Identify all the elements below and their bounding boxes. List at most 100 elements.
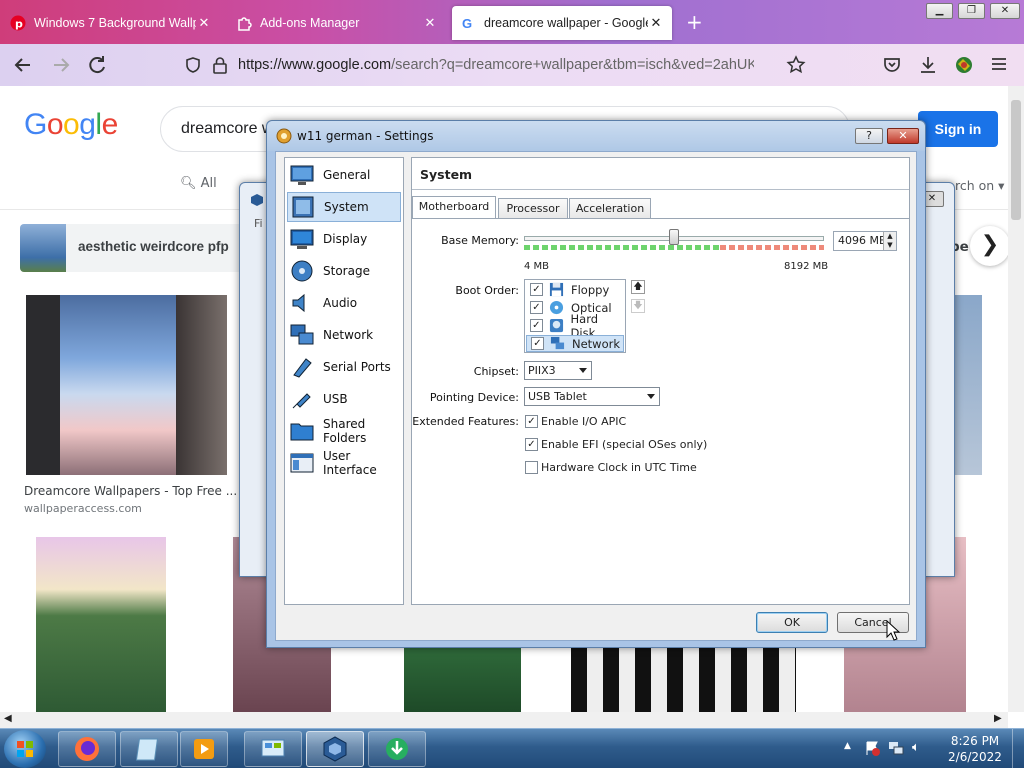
memory-max-label: 8192 MB <box>784 261 829 272</box>
category-usb[interactable]: USB <box>287 384 401 414</box>
download-manager-icon[interactable] <box>368 731 426 767</box>
result-image-garden[interactable] <box>404 646 521 712</box>
tab-motherboard[interactable]: Motherboard <box>412 196 496 218</box>
related-chip[interactable]: aesthetic weirdcore pfp <box>20 224 266 272</box>
bookmark-star-icon[interactable] <box>786 55 806 75</box>
chipset-value: PIIX3 <box>528 364 556 377</box>
category-shared-folders[interactable]: Shared Folders <box>287 416 401 446</box>
result-image-window-clouds[interactable] <box>26 295 227 475</box>
vertical-scrollbar[interactable] <box>1008 86 1024 712</box>
action-center-flag-icon[interactable] <box>864 740 880 756</box>
forward-icon[interactable] <box>50 54 72 76</box>
tab-processor[interactable]: Processor <box>498 198 568 218</box>
menu-icon[interactable] <box>990 56 1008 72</box>
scroll-thumb[interactable] <box>1011 100 1021 220</box>
category-serial-ports[interactable]: Serial Ports <box>287 352 401 382</box>
downloads-icon[interactable] <box>918 55 938 75</box>
spin-arrows-icon[interactable]: ▲ ▼ <box>883 232 896 250</box>
url-text[interactable]: https://www.google.com/search?q=dreamcor… <box>238 57 754 73</box>
scroll-right-icon[interactable]: ▶ <box>994 713 1002 724</box>
clock-date[interactable]: 2/6/2022 <box>946 750 1004 764</box>
result-image-green-hill[interactable] <box>36 537 166 712</box>
network-checkbox[interactable]: ✓ <box>531 337 544 350</box>
sign-in-button[interactable]: Sign in <box>918 111 998 147</box>
tab-acceleration[interactable]: Acceleration <box>569 198 651 218</box>
boot-item-network[interactable]: ✓ Network <box>526 335 624 352</box>
scroll-left-icon[interactable]: ◀ <box>4 713 12 724</box>
settings-dialog: w11 german - Settings ? ✕ General System… <box>266 120 926 648</box>
address-bar[interactable]: https://www.google.com/search?q=dreamcor… <box>176 50 816 80</box>
show-hidden-icons[interactable]: ▲ <box>844 741 851 751</box>
maximize-button[interactable]: ❐ <box>958 3 985 19</box>
close-tab-icon[interactable]: ✕ <box>422 15 438 31</box>
volume-icon[interactable]: 🔈︎ <box>912 740 920 755</box>
close-dialog-button[interactable]: ✕ <box>887 128 919 144</box>
panel-header: System <box>412 158 909 190</box>
io-apic-checkbox[interactable]: ✓ <box>525 415 538 428</box>
media-player-icon[interactable] <box>180 731 228 767</box>
efi-checkbox[interactable]: ✓ <box>525 438 538 451</box>
minimize-button[interactable]: ▁ <box>926 3 953 19</box>
pointing-device-select[interactable]: USB Tablet <box>524 387 660 406</box>
chipset-select[interactable]: PIIX3 <box>524 361 592 380</box>
memory-slider-thumb[interactable] <box>669 229 679 245</box>
close-tab-icon[interactable]: ✕ <box>648 15 664 31</box>
shared-folders-icon <box>290 423 314 441</box>
utc-clock-checkbox[interactable] <box>525 461 538 474</box>
network-tray-icon[interactable] <box>888 740 904 756</box>
category-network[interactable]: Network <box>287 320 401 350</box>
utc-clock-label[interactable]: Hardware Clock in UTC Time <box>541 461 697 474</box>
pocket-icon[interactable] <box>882 55 902 75</box>
tab-addons[interactable]: Add-ons Manager ✕ <box>228 6 446 40</box>
tab-label: dreamcore wallpaper - Google Search <box>484 16 648 30</box>
move-down-icon[interactable]: 🡇︎ <box>631 299 645 313</box>
optical-checkbox[interactable]: ✓ <box>530 301 543 314</box>
virtualbox-taskbar-icon[interactable] <box>306 731 364 767</box>
category-display[interactable]: Display <box>287 224 401 254</box>
result-title[interactable]: Dreamcore Wallpapers - Top Free ... <box>24 484 237 498</box>
show-desktop-button[interactable] <box>1012 729 1024 769</box>
control-panel-icon[interactable] <box>244 731 302 767</box>
back-icon[interactable] <box>12 54 34 76</box>
category-general[interactable]: General <box>287 160 401 190</box>
category-system[interactable]: System <box>287 192 401 222</box>
close-tab-icon[interactable]: ✕ <box>196 15 212 31</box>
move-up-icon[interactable]: 🡅︎ <box>631 280 645 294</box>
new-tab-button[interactable]: + <box>686 10 703 34</box>
svg-text:p: p <box>15 18 23 31</box>
hard-disk-checkbox[interactable]: ✓ <box>530 319 543 332</box>
efi-label[interactable]: Enable EFI (special OSes only) <box>541 438 707 451</box>
all-tab[interactable]: 🔍︎ All <box>180 176 217 191</box>
search-query[interactable]: dreamcore w <box>181 120 273 138</box>
result-source[interactable]: wallpaperaccess.com <box>24 502 142 515</box>
search-on-label[interactable]: rch on ▾ <box>955 178 1004 193</box>
ok-button[interactable]: OK <box>756 612 828 633</box>
tab-google-search[interactable]: G dreamcore wallpaper - Google Search ✕ <box>452 6 672 40</box>
lock-icon[interactable] <box>212 56 228 74</box>
boot-item-hard-disk[interactable]: ✓ Hard Disk <box>526 312 624 340</box>
notepad-icon[interactable] <box>120 731 178 767</box>
tab-pinterest[interactable]: p Windows 7 Background Wallpaper ✕ <box>2 6 220 40</box>
category-audio[interactable]: Audio <box>287 288 401 318</box>
close-window-button[interactable]: ✕ <box>990 3 1020 19</box>
extension-icon[interactable] <box>954 55 974 75</box>
reload-icon[interactable] <box>86 54 108 76</box>
pinterest-icon: p <box>10 15 26 31</box>
boot-order-list[interactable]: ✓ Floppy ✓ Optical ✓ Hard Disk ✓ Network <box>524 279 626 353</box>
category-storage[interactable]: Storage <box>287 256 401 286</box>
menu-file[interactable]: Fi <box>254 217 263 230</box>
chevron-right-icon[interactable]: ❯ <box>970 226 1008 266</box>
google-logo[interactable]: Google <box>24 108 118 142</box>
io-apic-label[interactable]: Enable I/O APIC <box>541 415 626 428</box>
chipset-label: Chipset: <box>473 365 519 378</box>
help-button[interactable]: ? <box>855 128 883 144</box>
floppy-checkbox[interactable]: ✓ <box>530 283 543 296</box>
boot-item-floppy[interactable]: ✓ Floppy <box>526 281 624 298</box>
start-button-icon[interactable] <box>4 730 46 768</box>
category-user-interface[interactable]: User Interface <box>287 448 401 478</box>
firefox-icon[interactable] <box>58 731 116 767</box>
result-image-checkerboard[interactable] <box>571 646 796 712</box>
shield-icon[interactable] <box>184 56 202 74</box>
clock-time[interactable]: 8:26 PM <box>950 734 1000 748</box>
horizontal-scrollbar[interactable]: ◀ ▶ <box>0 712 1008 728</box>
